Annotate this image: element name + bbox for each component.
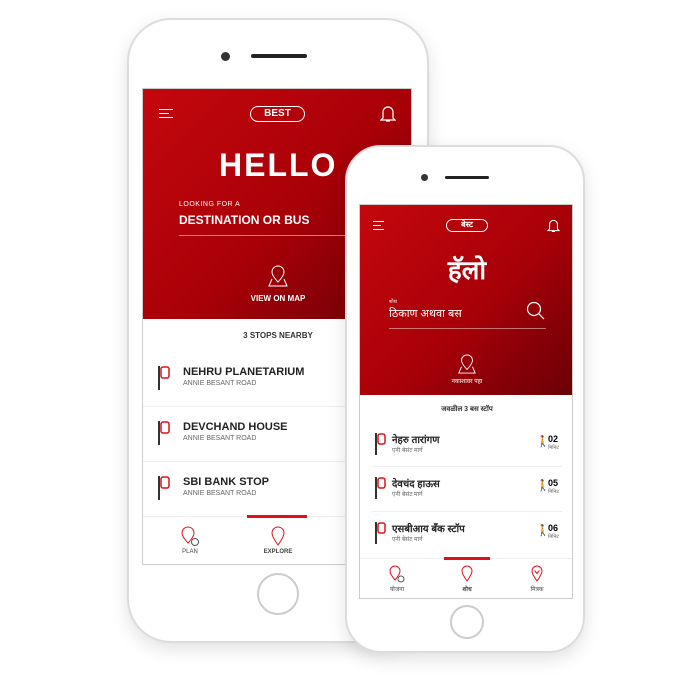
page-title: हॅलो bbox=[447, 255, 487, 285]
stop-item[interactable]: एसबीआय बँक स्टॉप एनी बेसंट मार्ग 🚶 06 मि… bbox=[372, 512, 562, 557]
camera bbox=[421, 174, 428, 181]
bus-stop-icon bbox=[375, 522, 386, 544]
map-icon[interactable] bbox=[457, 353, 477, 375]
nearby-heading: जवळील 3 बस स्टॉप bbox=[441, 406, 493, 413]
bell-icon[interactable] bbox=[380, 104, 396, 123]
brand-logo: बेस्ट bbox=[446, 219, 488, 232]
menu-icon[interactable] bbox=[373, 221, 384, 233]
tab-explore[interactable]: शोध bbox=[445, 565, 489, 593]
bottom-nav: योजना शोध मित्रक bbox=[360, 557, 572, 598]
speaker bbox=[251, 54, 307, 58]
tab-plan[interactable]: योजना bbox=[375, 565, 419, 593]
pin-icon bbox=[271, 526, 285, 546]
camera bbox=[221, 52, 230, 61]
home-button[interactable] bbox=[450, 605, 484, 639]
search-label: शोध bbox=[389, 299, 397, 305]
bus-stop-icon bbox=[158, 421, 170, 445]
walk-minutes: 02 bbox=[548, 434, 559, 444]
active-tab-indicator bbox=[444, 557, 490, 560]
bell-icon[interactable] bbox=[547, 218, 560, 233]
view-on-map-button[interactable]: नकाशावर पहा bbox=[360, 377, 572, 385]
header: बेस्ट हॅलो शोध ठिकाण अथवा बस नकाशावर पहा bbox=[360, 205, 572, 395]
search-label: LOOKING FOR A bbox=[179, 201, 241, 208]
search-icon[interactable] bbox=[526, 301, 546, 321]
menu-icon[interactable] bbox=[159, 109, 173, 121]
stop-item[interactable]: नेहरु तारांगण एनी बेसंट मार्ग 🚶 02 मिनिट bbox=[372, 423, 562, 467]
screen: बेस्ट हॅलो शोध ठिकाण अथवा बस नकाशावर पहा… bbox=[359, 204, 573, 599]
brand-logo: BEST bbox=[250, 106, 305, 122]
favourite-icon bbox=[531, 565, 543, 582]
bus-stop-icon bbox=[158, 366, 170, 390]
plan-icon bbox=[389, 565, 405, 583]
active-tab-indicator bbox=[247, 515, 307, 518]
tab-favourites[interactable]: मित्रक bbox=[515, 565, 559, 593]
bus-stop-icon bbox=[375, 433, 386, 455]
pin-icon bbox=[461, 565, 473, 582]
tab-plan[interactable]: PLAN bbox=[163, 525, 217, 555]
bus-stop-icon bbox=[375, 477, 386, 499]
speaker bbox=[445, 176, 489, 179]
stop-item[interactable]: देवचंद हाऊस एनी बेसंट मार्ग 🚶 05 मिनिट bbox=[372, 467, 562, 512]
walk-minutes: 06 bbox=[548, 523, 559, 533]
plan-icon bbox=[181, 526, 199, 546]
home-button[interactable] bbox=[257, 573, 299, 615]
bus-stop-icon bbox=[158, 476, 170, 500]
page-title: HELLO bbox=[219, 147, 338, 183]
search-input[interactable]: ठिकाण अथवा बस bbox=[389, 306, 546, 329]
map-icon[interactable] bbox=[267, 264, 289, 288]
walk-minutes: 05 bbox=[548, 478, 559, 488]
phone-marathi: बेस्ट हॅलो शोध ठिकाण अथवा बस नकाशावर पहा… bbox=[345, 145, 585, 653]
tab-explore[interactable]: EXPLORE bbox=[251, 525, 305, 555]
